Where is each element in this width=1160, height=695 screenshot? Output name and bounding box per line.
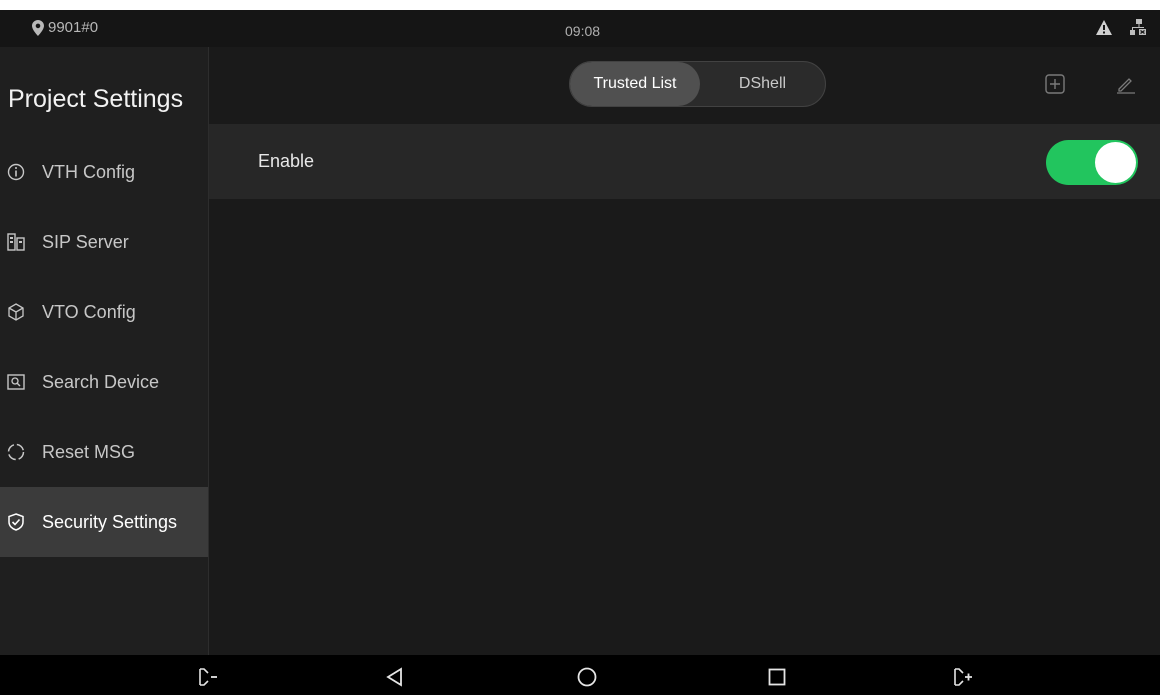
sidebar-item-sip-server[interactable]: SIP Server xyxy=(0,207,208,277)
shield-check-icon xyxy=(7,513,25,531)
status-bar: 9901#0 09:08 xyxy=(0,10,1160,47)
main-panel: Trusted List DShell Enable xyxy=(209,47,1160,655)
edit-icon[interactable] xyxy=(1116,74,1136,94)
sidebar-item-search-device[interactable]: Search Device xyxy=(0,347,208,417)
tab-switcher: Trusted List DShell xyxy=(569,61,826,107)
volume-up-icon[interactable] xyxy=(951,665,975,689)
enable-toggle[interactable] xyxy=(1046,140,1138,185)
warning-icon xyxy=(1096,19,1112,35)
sidebar-item-label: Security Settings xyxy=(42,511,178,532)
recents-icon[interactable] xyxy=(765,665,789,689)
tab-trusted-list[interactable]: Trusted List xyxy=(570,62,700,106)
cube-icon xyxy=(7,303,25,321)
add-icon[interactable] xyxy=(1045,74,1065,94)
app-screen: 9901#0 09:08 Project Settings VTH Config xyxy=(0,10,1160,695)
search-device-icon xyxy=(7,373,25,391)
system-nav-bar xyxy=(0,655,1160,695)
status-time: 09:08 xyxy=(565,23,601,39)
sidebar-item-security-settings[interactable]: Security Settings xyxy=(0,487,208,557)
toggle-knob xyxy=(1095,142,1136,183)
sidebar-item-label: SIP Server xyxy=(42,231,129,252)
network-icon xyxy=(1130,19,1146,35)
enable-row: Enable xyxy=(209,124,1160,199)
sidebar-item-label: VTO Config xyxy=(42,301,136,322)
back-icon[interactable] xyxy=(383,665,407,689)
sidebar-item-label: Reset MSG xyxy=(42,441,136,462)
sidebar-item-vto-config[interactable]: VTO Config xyxy=(0,277,208,347)
sidebar-item-reset-msg[interactable]: Reset MSG xyxy=(0,417,208,487)
server-icon xyxy=(7,233,25,251)
enable-label: Enable xyxy=(258,151,315,171)
home-icon[interactable] xyxy=(575,665,599,689)
info-icon xyxy=(7,163,25,181)
location-text: 9901#0 xyxy=(48,19,99,36)
sidebar-item-label: VTH Config xyxy=(42,161,136,182)
sidebar-item-label: Search Device xyxy=(42,371,160,392)
status-icons xyxy=(1096,19,1148,35)
location-pin-icon xyxy=(32,19,44,36)
volume-down-icon[interactable] xyxy=(196,665,220,689)
sidebar: Project Settings VTH Config SIP Server V… xyxy=(0,47,209,655)
reset-icon xyxy=(7,443,25,461)
sidebar-item-vth-config[interactable]: VTH Config xyxy=(0,137,208,207)
page-title: Project Settings xyxy=(8,85,184,113)
location-indicator: 9901#0 xyxy=(32,19,98,36)
tab-dshell[interactable]: DShell xyxy=(700,62,825,106)
